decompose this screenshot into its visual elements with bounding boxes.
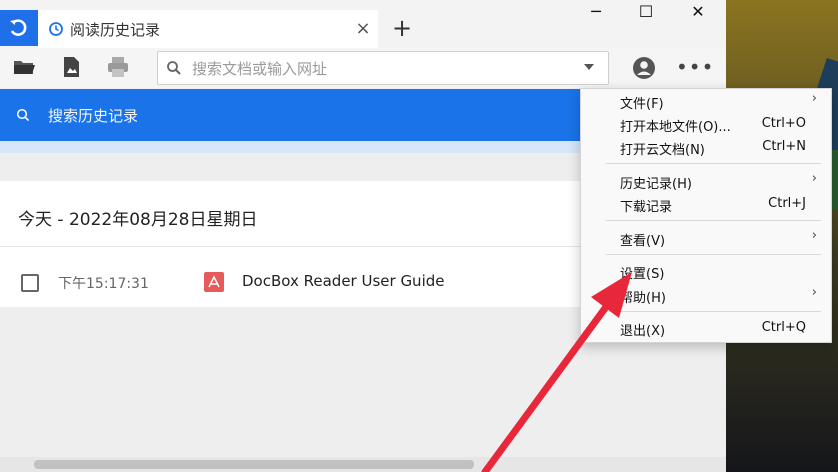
tab-title: 阅读历史记录: [70, 21, 161, 39]
menu-separator: [606, 163, 821, 164]
address-input[interactable]: [190, 56, 574, 82]
history-icon: [49, 22, 63, 36]
open-folder-icon[interactable]: [11, 54, 37, 80]
print-icon[interactable]: [105, 54, 131, 80]
menu-item-view[interactable]: 查看(V) ›: [581, 227, 831, 250]
more-icon[interactable]: •••: [676, 54, 713, 80]
new-tab-button[interactable]: +: [388, 14, 416, 42]
tab-close-button[interactable]: ×: [350, 16, 376, 42]
menu-item-label: 退出(X): [620, 324, 666, 339]
menu-item-label: 查看(V): [620, 234, 666, 249]
search-icon: [167, 61, 181, 75]
menu-item-label: 历史记录(H): [620, 177, 692, 192]
menu-separator: [606, 220, 821, 221]
menu-item-help[interactable]: 帮助(H) ›: [581, 284, 831, 307]
history-file-name[interactable]: DocBox Reader User Guide: [242, 272, 445, 290]
chevron-right-icon: ›: [811, 171, 817, 186]
menu-item-label: 打开本地文件(O)...: [620, 120, 731, 135]
maximize-button[interactable]: ☐: [620, 0, 672, 26]
history-search-input[interactable]: [46, 102, 550, 130]
menu-item-label: 帮助(H): [620, 291, 666, 306]
date-header: 今天 - 2022年08月28日星期日: [18, 210, 258, 230]
tab-bar: 阅读历史记录 × + ─ ☐ ✕: [0, 0, 726, 48]
history-time: 下午15:17:31: [58, 276, 149, 292]
menu-shortcut: Ctrl+Q: [761, 320, 806, 335]
close-window-button[interactable]: ✕: [672, 0, 724, 26]
horizontal-scrollbar[interactable]: [0, 457, 726, 472]
minimize-button[interactable]: ─: [570, 0, 622, 26]
menu-item-exit[interactable]: 退出(X) Ctrl+Q: [581, 317, 831, 340]
row-checkbox[interactable]: [21, 274, 39, 292]
menu-separator: [606, 311, 821, 312]
menu-item-label: 设置(S): [620, 267, 665, 282]
main-menu: 文件(F) › 打开本地文件(O)... Ctrl+O 打开云文档(N) Ctr…: [580, 88, 832, 343]
menu-item-downloads[interactable]: 下载记录 Ctrl+J: [581, 193, 831, 216]
menu-separator: [606, 254, 821, 255]
open-image-icon[interactable]: [58, 54, 84, 80]
menu-item-label: 文件(F): [620, 97, 664, 112]
menu-item-label: 打开云文档(N): [620, 143, 705, 158]
search-icon: [16, 108, 30, 122]
chevron-right-icon: ›: [811, 91, 817, 106]
menu-item-label: 下载记录: [620, 200, 673, 215]
menu-item-open-local[interactable]: 打开本地文件(O)... Ctrl+O: [581, 113, 831, 136]
chevron-right-icon: ›: [811, 228, 817, 243]
app-logo-icon: [10, 19, 27, 36]
scrollbar-thumb[interactable]: [34, 460, 474, 469]
menu-shortcut: Ctrl+O: [761, 116, 806, 131]
menu-shortcut: Ctrl+J: [768, 196, 806, 211]
toolbar: •••: [0, 48, 726, 88]
dropdown-arrow-icon[interactable]: [584, 64, 594, 70]
app-logo[interactable]: [0, 10, 38, 46]
menu-item-history[interactable]: 历史记录(H) ›: [581, 170, 831, 193]
menu-item-settings[interactable]: 设置(S): [581, 260, 831, 283]
menu-item-file[interactable]: 文件(F) ›: [581, 90, 831, 113]
account-icon[interactable]: [632, 56, 656, 80]
menu-item-open-cloud[interactable]: 打开云文档(N) Ctrl+N: [581, 136, 831, 159]
tab-history[interactable]: 阅读历史记录 ×: [38, 10, 378, 48]
chevron-right-icon: ›: [811, 285, 817, 300]
address-bar[interactable]: [157, 51, 609, 85]
menu-shortcut: Ctrl+N: [762, 139, 806, 154]
pdf-file-icon: [204, 272, 224, 292]
